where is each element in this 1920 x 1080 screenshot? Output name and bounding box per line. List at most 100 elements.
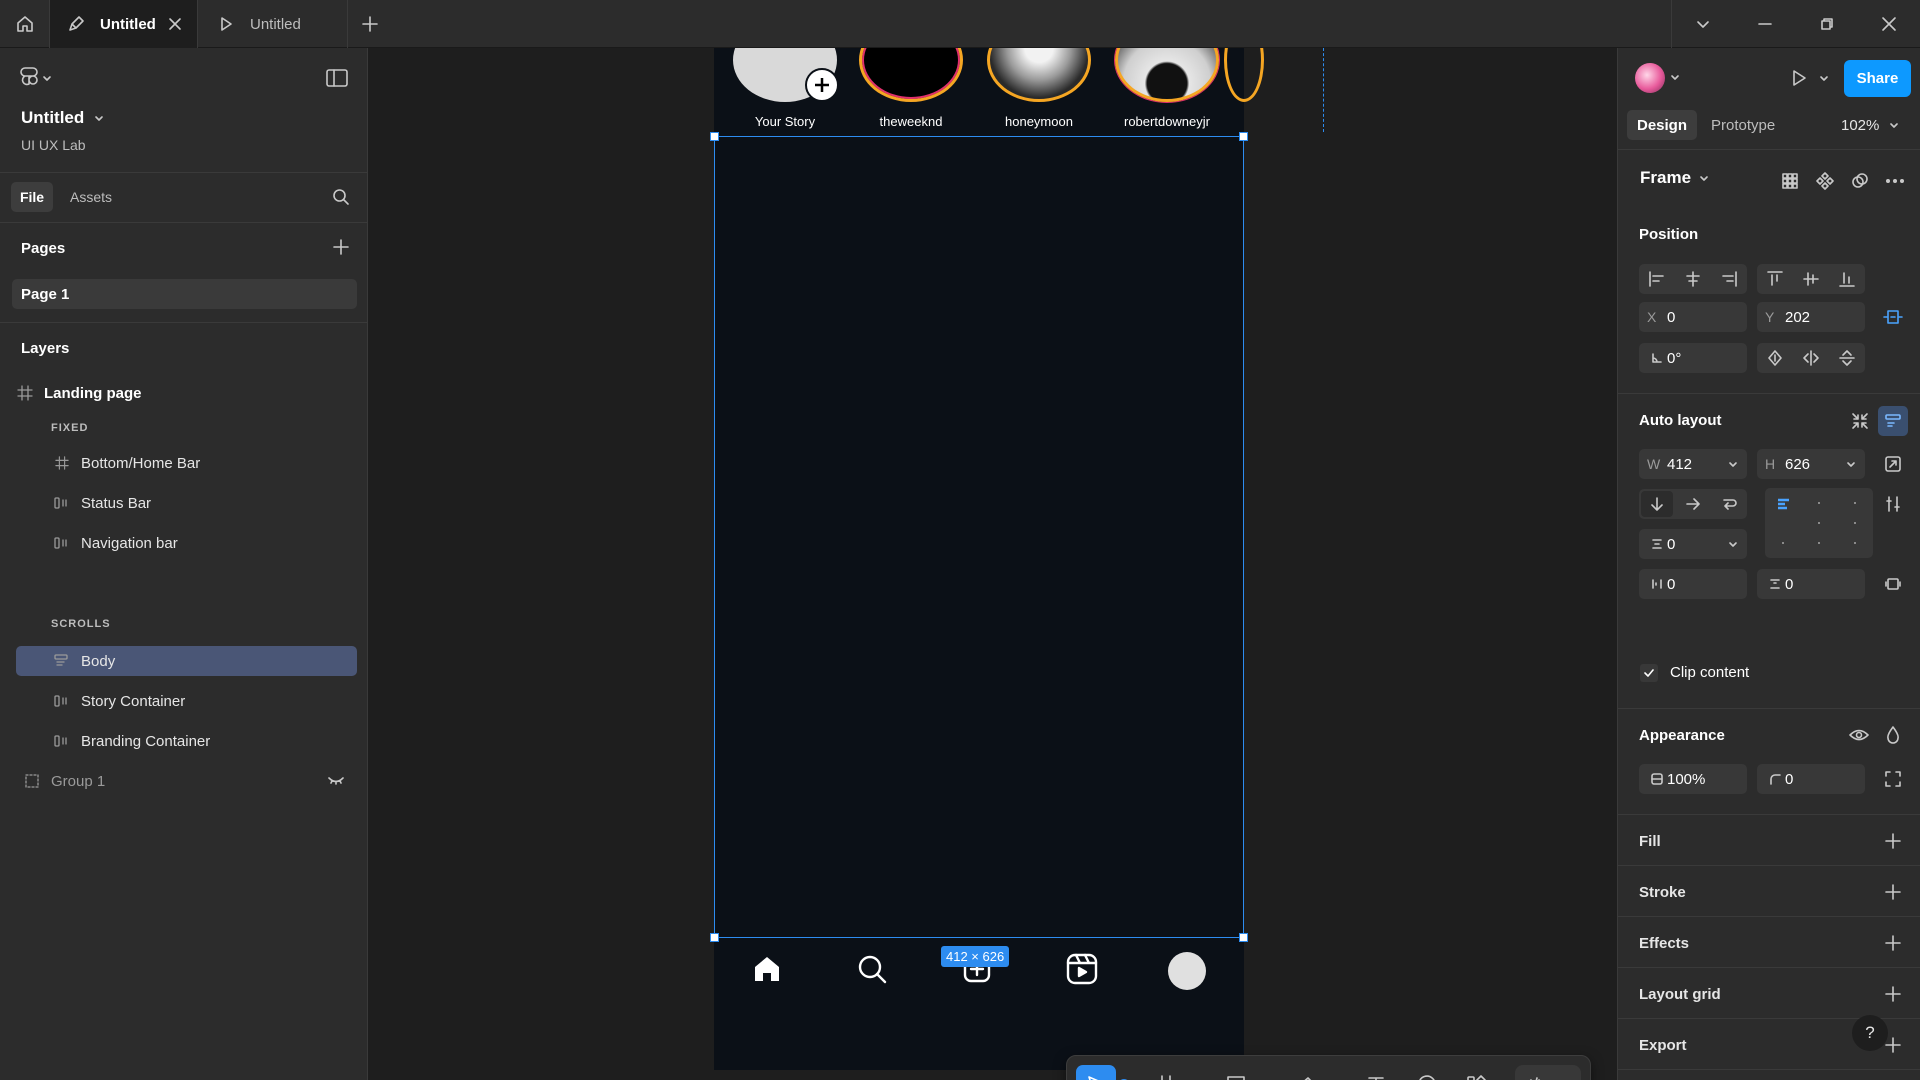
flip-horizontal-icon[interactable] <box>1793 343 1829 373</box>
frame-tool[interactable] <box>1146 1065 1200 1080</box>
pen-tool[interactable] <box>1286 1065 1340 1080</box>
layer-bottom-home-bar[interactable]: Bottom/Home Bar <box>16 448 357 478</box>
layer-branding-container[interactable]: Branding Container <box>16 726 357 756</box>
file-tab-untitled-2[interactable]: Untitled <box>198 0 348 48</box>
search-nav-icon[interactable] <box>853 950 891 988</box>
flip-vertical-icon[interactable] <box>1829 343 1865 373</box>
component-icon[interactable] <box>1813 169 1837 193</box>
align-center-vertical-icon[interactable] <box>1793 264 1829 294</box>
close-icon[interactable] <box>165 14 185 34</box>
align-center-horizontal-icon[interactable] <box>1675 264 1711 294</box>
shape-tool[interactable] <box>1216 1065 1270 1080</box>
resize-to-fit-icon[interactable] <box>1881 452 1905 476</box>
layer-navigation-bar[interactable]: Navigation bar <box>16 528 357 558</box>
align-right-icon[interactable] <box>1711 264 1747 294</box>
add-fill-icon[interactable] <box>1881 829 1905 853</box>
divider <box>1618 1069 1920 1070</box>
rotate-icon[interactable] <box>1757 343 1793 373</box>
move-tool[interactable] <box>1076 1065 1130 1080</box>
canvas[interactable]: Your Story theweeknd honeymoon robertdow… <box>368 48 1617 1080</box>
grid-layout-icon[interactable] <box>1778 169 1802 193</box>
align-bottom-icon[interactable] <box>1829 264 1865 294</box>
add-stroke-icon[interactable] <box>1881 880 1905 904</box>
eye-icon[interactable] <box>1847 723 1871 747</box>
actions-tool[interactable] <box>1456 1065 1496 1080</box>
align-top-icon[interactable] <box>1757 264 1793 294</box>
comment-tool[interactable] <box>1406 1065 1446 1080</box>
file-name[interactable]: Untitled <box>21 108 104 128</box>
share-button[interactable]: Share <box>1844 60 1911 97</box>
clip-content-label: Clip content <box>1670 664 1750 681</box>
constraints-icon[interactable] <box>1881 305 1905 329</box>
layer-group-1[interactable]: Group 1 <box>16 766 357 796</box>
x-position-field[interactable]: X 0 <box>1639 302 1747 332</box>
clip-content-checkbox[interactable] <box>1640 664 1658 682</box>
body-frame[interactable] <box>714 136 1244 938</box>
wrap-icon[interactable] <box>1711 489 1747 519</box>
tab-prototype[interactable]: Prototype <box>1711 110 1775 140</box>
home-icon[interactable] <box>0 0 50 48</box>
collapse-icon[interactable] <box>1848 409 1872 433</box>
zoom-dropdown[interactable]: 102% <box>1841 110 1899 140</box>
chevron-down-icon[interactable] <box>1818 72 1830 84</box>
frame-type-dropdown[interactable]: Frame <box>1640 168 1709 188</box>
tab-assets[interactable]: Assets <box>70 182 112 212</box>
present-play-icon[interactable] <box>1785 64 1813 92</box>
tab-file[interactable]: File <box>11 182 53 212</box>
stroke-title: Stroke <box>1639 884 1686 901</box>
width-field[interactable]: W 412 <box>1639 449 1747 479</box>
profile-avatar[interactable] <box>1168 952 1206 990</box>
arrow-right-icon[interactable] <box>1675 489 1711 519</box>
add-story-icon[interactable] <box>805 68 839 102</box>
layout-settings-icon[interactable] <box>1881 492 1905 516</box>
padding-horizontal-field[interactable]: 0 <box>1639 569 1747 599</box>
home-nav-icon[interactable] <box>748 950 786 988</box>
chevron-down-icon[interactable] <box>1669 71 1681 83</box>
mask-icon[interactable] <box>1848 169 1872 193</box>
add-layout-grid-icon[interactable] <box>1881 982 1905 1006</box>
layer-story-container[interactable]: Story Container <box>16 686 357 716</box>
y-position-field[interactable]: Y 202 <box>1757 302 1865 332</box>
align-top-left-active[interactable] <box>1777 498 1791 510</box>
gap-field[interactable]: 0 <box>1639 529 1747 559</box>
align-left-icon[interactable] <box>1639 264 1675 294</box>
file-tab-untitled-1[interactable]: Untitled <box>50 0 198 48</box>
layer-body[interactable]: Body <box>16 646 357 676</box>
chevron-down-icon[interactable] <box>1672 0 1734 48</box>
sidebar-toggle-icon[interactable] <box>322 66 352 90</box>
minimize-icon[interactable] <box>1734 0 1796 48</box>
text-tool[interactable] <box>1356 1065 1396 1080</box>
rotation-field[interactable]: 0° <box>1639 343 1747 373</box>
chevron-down-icon[interactable] <box>1727 458 1739 470</box>
tab-design[interactable]: Design <box>1627 110 1697 140</box>
individual-padding-icon[interactable] <box>1881 572 1905 596</box>
plus-icon[interactable] <box>358 12 382 36</box>
page-item[interactable]: Page 1 <box>12 279 357 309</box>
arrow-down-icon[interactable] <box>1641 491 1673 517</box>
alignment-grid[interactable] <box>1765 488 1873 558</box>
layer-status-bar[interactable]: Status Bar <box>16 488 357 518</box>
add-effect-icon[interactable] <box>1881 931 1905 955</box>
eye-closed-icon[interactable] <box>327 772 345 790</box>
chevron-down-icon[interactable] <box>1727 538 1739 550</box>
individual-corners-icon[interactable] <box>1881 767 1905 791</box>
search-icon[interactable] <box>328 184 354 210</box>
chevron-down-icon[interactable] <box>1845 458 1857 470</box>
main-menu-button[interactable] <box>20 66 60 90</box>
reels-icon[interactable] <box>1063 950 1101 988</box>
padding-vertical-icon <box>1765 578 1785 590</box>
more-icon[interactable] <box>1883 169 1907 193</box>
height-field[interactable]: H 626 <box>1757 449 1865 479</box>
padding-vertical-field[interactable]: 0 <box>1757 569 1865 599</box>
layer-landing-page[interactable]: Landing page <box>16 378 357 408</box>
help-button[interactable]: ? <box>1852 1015 1888 1051</box>
add-page-icon[interactable] <box>328 234 354 260</box>
close-window-icon[interactable] <box>1858 0 1920 48</box>
corner-radius-field[interactable]: 0 <box>1757 764 1865 794</box>
dev-mode-toggle[interactable] <box>1515 1065 1581 1080</box>
blend-mode-icon[interactable] <box>1881 723 1905 747</box>
auto-layout-active-icon[interactable] <box>1878 406 1908 436</box>
user-avatar[interactable] <box>1635 63 1665 93</box>
restore-icon[interactable] <box>1796 0 1858 48</box>
opacity-field[interactable]: 100% <box>1639 764 1747 794</box>
